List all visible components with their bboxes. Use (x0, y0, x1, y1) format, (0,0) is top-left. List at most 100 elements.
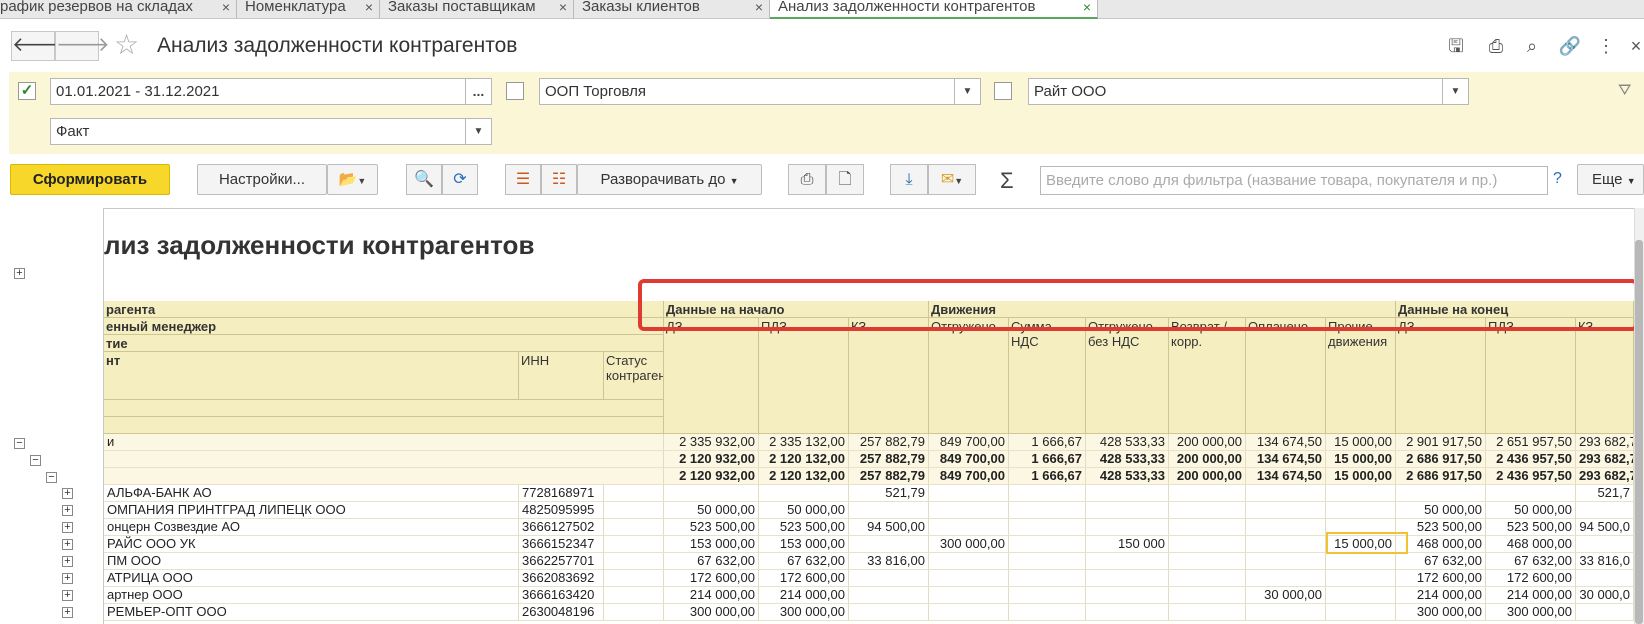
amount-cell (849, 570, 929, 587)
tab-nomenclature[interactable]: Номенклатура × (237, 0, 380, 19)
search-next-icon: ⟳ (453, 171, 467, 188)
print-preview-button[interactable]: 🗋 (826, 164, 864, 195)
variant-button[interactable]: 📂▼ (327, 164, 378, 195)
period-select-button[interactable]: ... (466, 78, 492, 105)
close-icon[interactable]: × (559, 0, 567, 14)
amount-cell (1169, 536, 1246, 553)
counterparty-status (604, 553, 664, 570)
collapse-icon[interactable]: − (46, 472, 57, 483)
total-cell: 257 882,79 (849, 451, 929, 468)
amount-cell (849, 536, 929, 553)
close-icon[interactable]: × (222, 0, 230, 14)
forward-button[interactable]: 🡒 (55, 31, 110, 61)
scenario-field[interactable]: Факт (50, 118, 466, 145)
header-col-pdz-end: ПДЗ (1486, 318, 1576, 434)
period-field[interactable]: 01.01.2021 - 31.12.2021 (50, 78, 466, 105)
list-collapse-icon: ☰ (515, 171, 531, 188)
expand-icon[interactable]: + (62, 590, 73, 601)
chevron-down-icon[interactable]: ▼ (466, 118, 492, 145)
amount-cell (1169, 570, 1246, 587)
counterparty-name: АТРИЦА ООО (104, 570, 519, 587)
expand-icon[interactable]: + (62, 505, 73, 516)
amount-cell: 300 000,00 (664, 604, 759, 621)
amount-cell (929, 570, 1009, 587)
generate-button[interactable]: Сформировать (10, 164, 170, 195)
counterparty-inn: 3666127502 (519, 519, 604, 536)
tab-client-orders[interactable]: Заказы клиентов × (574, 0, 770, 19)
filter-icon[interactable]: ⛛ (1618, 82, 1631, 100)
link-icon[interactable]: 🔗 (1558, 34, 1582, 58)
total-cell: 1 666,67 (1009, 434, 1086, 451)
amount-cell (1086, 570, 1169, 587)
period-checkbox[interactable]: ✓ (18, 82, 36, 100)
total-cell: 428 533,33 (1086, 434, 1169, 451)
chevron-down-icon[interactable]: ▼ (955, 78, 981, 105)
amount-cell: 468 000,00 (1486, 536, 1576, 553)
close-icon[interactable]: × (755, 0, 763, 14)
amount-cell: 172 600,00 (1486, 570, 1576, 587)
tab-supplier-orders[interactable]: Заказы поставщикам × (380, 0, 574, 19)
back-button[interactable]: 🡐 (11, 31, 66, 61)
expand-icon[interactable]: + (62, 539, 73, 550)
collapse-icon[interactable]: − (14, 438, 25, 449)
total-row-label: и (104, 434, 664, 451)
org-checkbox[interactable] (506, 82, 524, 100)
counterparty-name: АЛЬФА-БАНК АО (104, 485, 519, 502)
search-icon: 🔍 (414, 171, 434, 188)
expand-icon[interactable]: + (62, 522, 73, 533)
amount-cell (1169, 587, 1246, 604)
download-button[interactable]: ⤓ (890, 164, 928, 195)
total-cell: 2 335 932,00 (664, 434, 759, 451)
expand-icon[interactable]: + (62, 607, 73, 618)
amount-cell (1009, 502, 1086, 519)
close-window-icon[interactable]: × (1628, 34, 1644, 58)
expand-icon[interactable]: + (62, 573, 73, 584)
counterparty-name: артнер ООО (104, 587, 519, 604)
help-icon[interactable]: ? (1553, 170, 1562, 188)
expand-icon[interactable]: + (14, 268, 25, 279)
sigma-icon[interactable]: Σ (1000, 168, 1014, 194)
amount-cell: 172 600,00 (1396, 570, 1486, 587)
chevron-down-icon[interactable]: ▼ (1443, 78, 1469, 105)
organization-field[interactable]: ООП Торговля (539, 78, 955, 105)
find-next-button[interactable]: ⟳ (442, 164, 478, 195)
expand-icon[interactable]: + (62, 488, 73, 499)
amount-cell (929, 519, 1009, 536)
settings-button[interactable]: Настройки... (197, 164, 327, 195)
counterparty-inn: 3666163420 (519, 587, 604, 604)
counterparty-field[interactable]: Райт ООО (1028, 78, 1443, 105)
amount-cell (1086, 485, 1169, 502)
tab-debt-analysis[interactable]: Анализ задолженности контрагентов × (770, 0, 1098, 19)
total-cell: 200 000,00 (1169, 434, 1246, 451)
amount-cell: 214 000,00 (1486, 587, 1576, 604)
print-button[interactable]: ⎙ (788, 164, 826, 195)
amount-cell (1169, 485, 1246, 502)
star-icon[interactable]: ☆ (114, 30, 139, 60)
amount-cell: 67 632,00 (759, 553, 849, 570)
close-icon[interactable]: × (365, 0, 373, 14)
close-icon[interactable]: × (1083, 0, 1091, 14)
amount-cell: 214 000,00 (664, 587, 759, 604)
expand-icon[interactable]: + (62, 556, 73, 567)
email-button[interactable]: ✉▼ (928, 164, 976, 195)
save-icon[interactable]: 🖫 (1444, 34, 1468, 58)
total-cell: 257 882,79 (849, 434, 929, 451)
expand-groups-button[interactable]: ☷ (541, 164, 577, 195)
tab-reserves[interactable]: рафик резервов на складах × (0, 0, 237, 19)
expand-to-button[interactable]: Разворачивать до ▼ (577, 164, 762, 195)
search-input[interactable]: Введите слово для фильтра (название това… (1040, 166, 1548, 195)
counterparty-checkbox[interactable] (994, 82, 1012, 100)
total-cell: 2 120 132,00 (759, 468, 849, 485)
find-button[interactable]: 🔍 (406, 164, 442, 195)
preview-icon[interactable]: ⌕ (1520, 34, 1544, 58)
scrollbar-thumb[interactable] (1635, 240, 1643, 624)
total-cell: 200 000,00 (1169, 451, 1246, 468)
collapse-icon[interactable]: − (30, 455, 41, 466)
amount-cell (1086, 587, 1169, 604)
more-vertical-icon[interactable]: ⋮ (1594, 34, 1618, 58)
more-button[interactable]: Еще ▼ (1577, 164, 1644, 195)
amount-cell: 300 000,00 (1486, 604, 1576, 621)
collapse-groups-button[interactable]: ☰ (505, 164, 541, 195)
amount-cell (1086, 502, 1169, 519)
print-icon[interactable]: ⎙ (1484, 34, 1508, 58)
